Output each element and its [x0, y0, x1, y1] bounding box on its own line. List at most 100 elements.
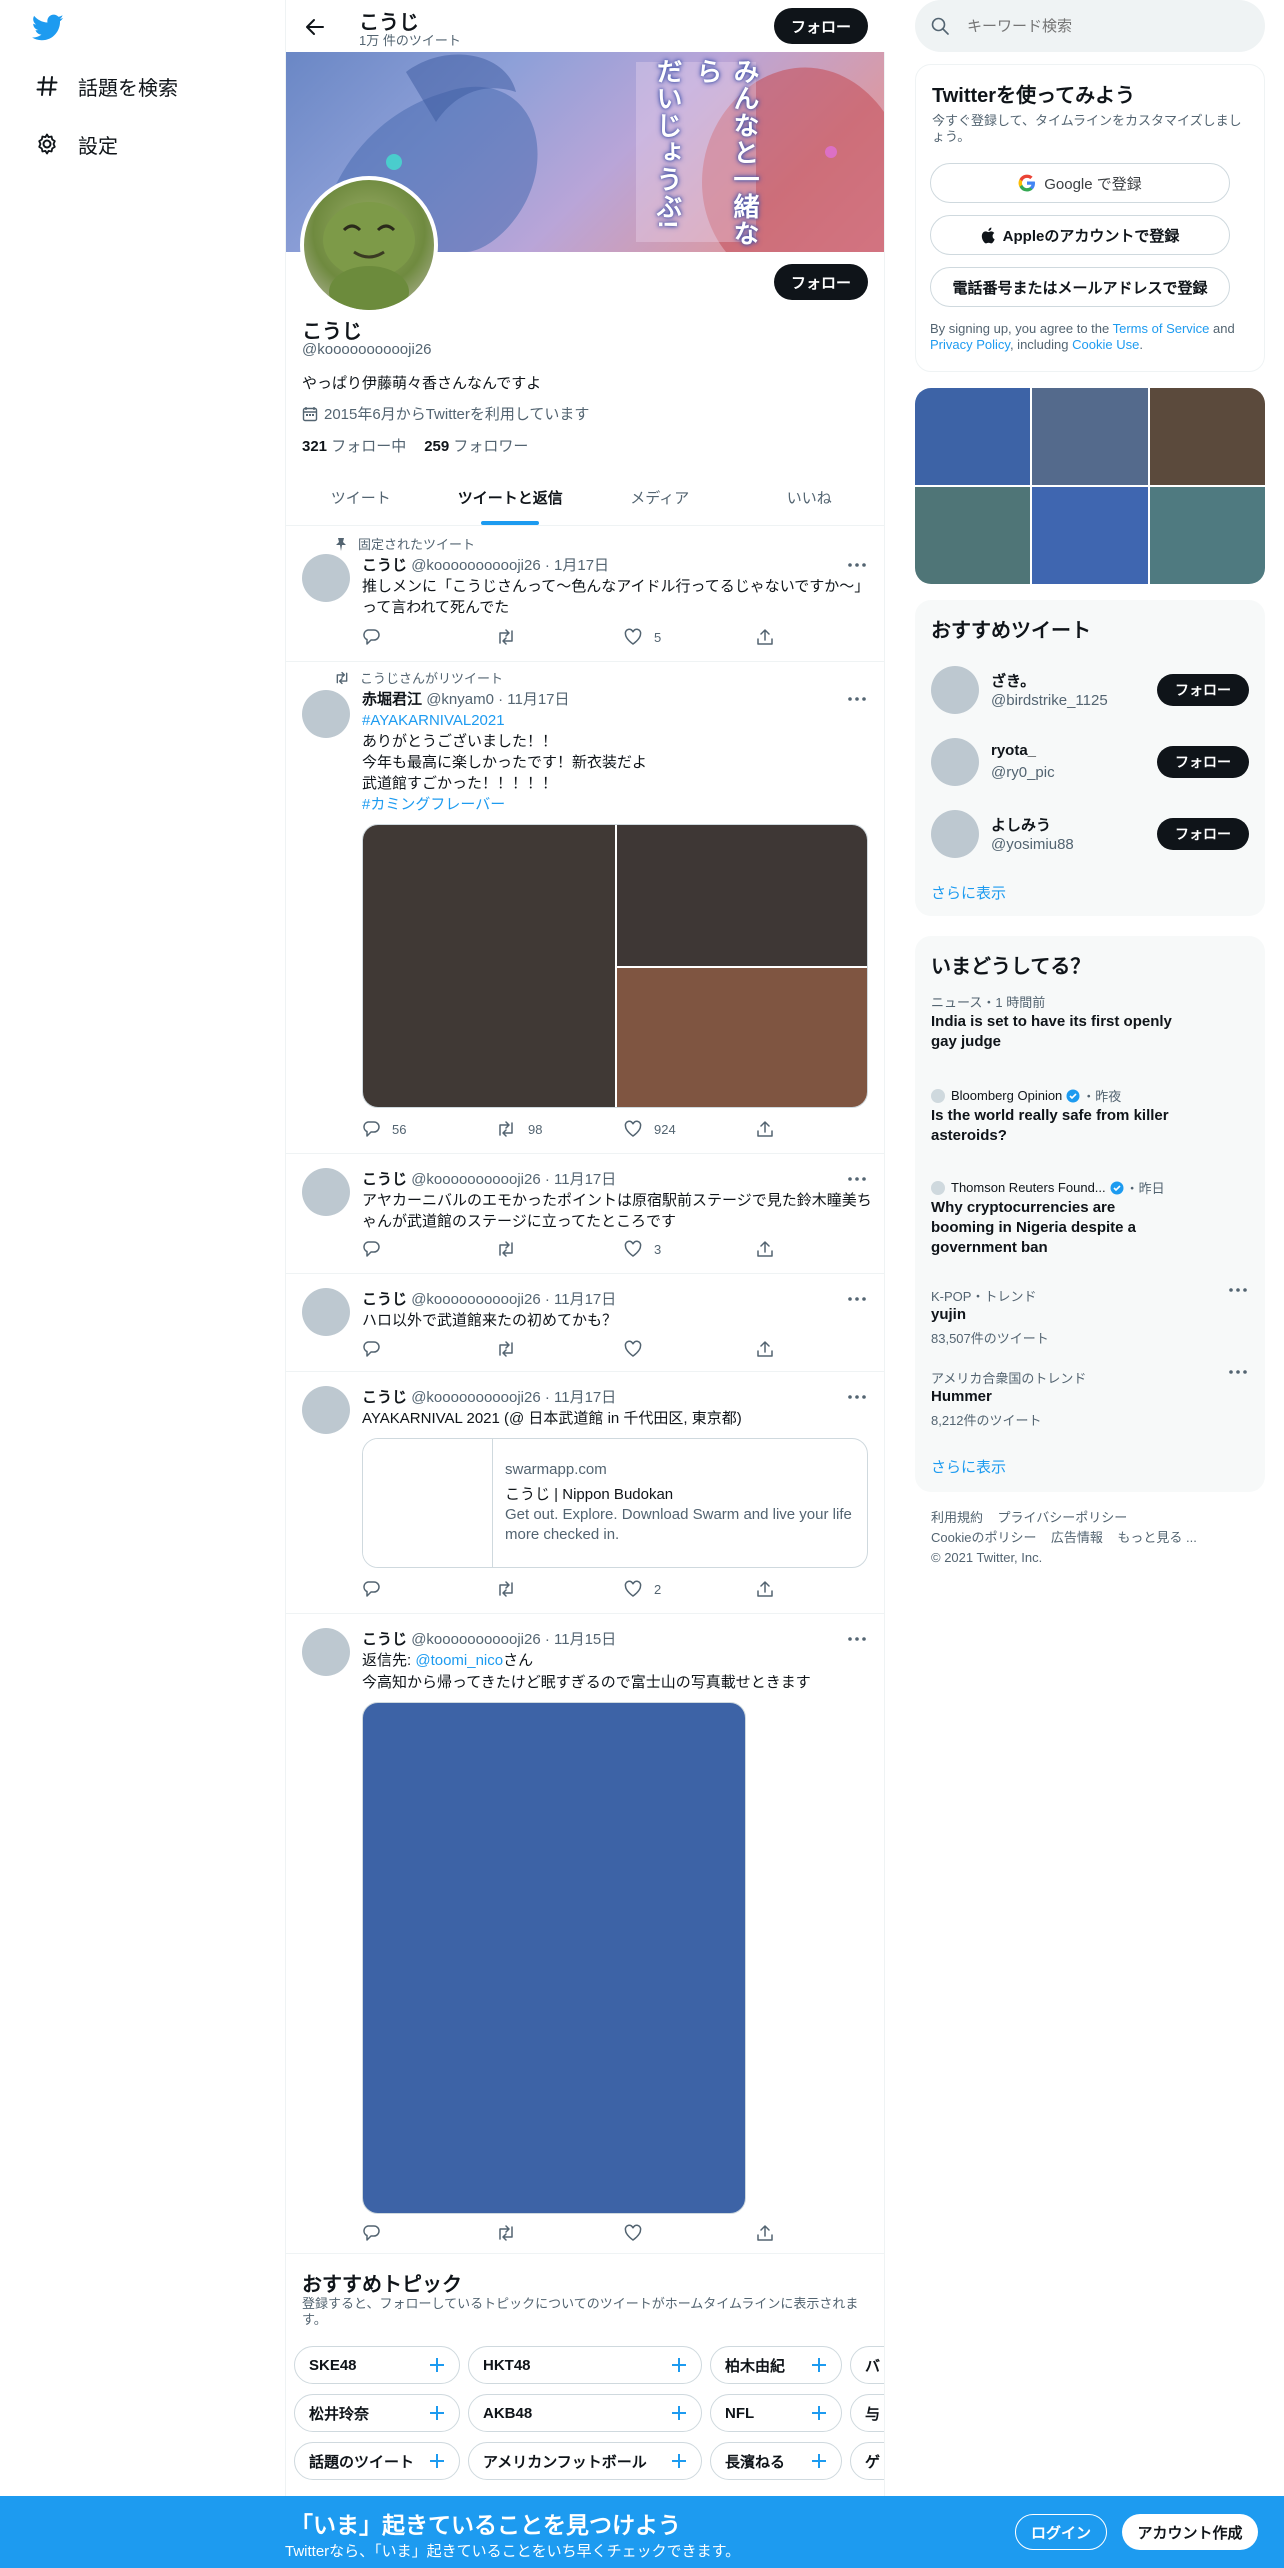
- tab-media[interactable]: メディア: [585, 470, 735, 525]
- media-thumbnail[interactable]: [1150, 487, 1265, 584]
- tab-tweets[interactable]: ツイート: [286, 470, 436, 525]
- user-suggestion[interactable]: ざき。 @birdstrike_1125 フォロー: [915, 654, 1265, 726]
- like-button[interactable]: [624, 1340, 654, 1358]
- avatar[interactable]: [302, 1288, 350, 1336]
- retweet-button[interactable]: [496, 1240, 528, 1258]
- google-signup-button[interactable]: Google で登録: [930, 163, 1230, 203]
- back-arrow-icon[interactable]: [298, 10, 332, 44]
- twitter-logo-icon[interactable]: [32, 14, 64, 44]
- phone-email-signup-button[interactable]: 電話番号またはメールアドレスで登録: [930, 267, 1230, 307]
- profile-follow-button[interactable]: フォロー: [774, 264, 868, 300]
- search-bar[interactable]: [915, 0, 1265, 52]
- followers-link[interactable]: 259 フォロワー: [424, 435, 528, 456]
- login-button[interactable]: ログイン: [1015, 2514, 1107, 2550]
- tweet-author-handle[interactable]: @knyam0: [426, 691, 494, 708]
- apple-signup-button[interactable]: Appleのアカウントで登録: [930, 215, 1230, 255]
- avatar[interactable]: [302, 1386, 350, 1434]
- reply-button[interactable]: [362, 1580, 392, 1598]
- topic-chip[interactable]: ゲ: [850, 2442, 884, 2480]
- tweet-photo[interactable]: [362, 1702, 746, 2214]
- topic-chip[interactable]: 松井玲奈: [294, 2394, 460, 2432]
- topic-chip[interactable]: HKT48: [468, 2346, 702, 2384]
- topic-chip[interactable]: NFL: [710, 2394, 842, 2432]
- tweet[interactable]: こうじ @kooooooooooji26 · 11月17日 ハロ以外で武道館来た…: [286, 1274, 884, 1372]
- footer-more-link[interactable]: もっと見る ...: [1117, 1530, 1196, 1545]
- reply-button[interactable]: 56: [362, 1120, 406, 1138]
- reply-button[interactable]: [362, 2224, 392, 2242]
- reply-button[interactable]: [362, 1240, 392, 1258]
- cookie-link[interactable]: Cookie Use: [1072, 337, 1139, 352]
- tweet-date[interactable]: · 11月17日: [545, 1389, 616, 1406]
- reply-to-link[interactable]: @toomi_nico: [415, 1652, 503, 1669]
- footer-terms-link[interactable]: 利用規約: [931, 1510, 983, 1525]
- tweet-date[interactable]: · 1月17日: [545, 557, 609, 574]
- signup-button[interactable]: アカウント作成: [1122, 2514, 1258, 2550]
- tweet-author-handle[interactable]: @kooooooooooji26: [411, 1291, 541, 1308]
- retweet-button[interactable]: [496, 1340, 528, 1358]
- media-thumbnail[interactable]: [1032, 388, 1148, 485]
- footer-cookie-link[interactable]: Cookieのポリシー: [931, 1530, 1036, 1545]
- topic-chip[interactable]: SKE48: [294, 2346, 460, 2384]
- link-card[interactable]: swarmapp.com こうじ | Nippon Budokan Get ou…: [362, 1438, 868, 1568]
- tweet-author-name[interactable]: こうじ: [362, 1171, 407, 1188]
- retweet-button[interactable]: [496, 2224, 528, 2242]
- share-button[interactable]: [756, 1120, 786, 1138]
- avatar[interactable]: [302, 690, 350, 738]
- topic-chip[interactable]: 与: [850, 2394, 884, 2432]
- tweet-date[interactable]: · 11月17日: [545, 1171, 616, 1188]
- follow-button[interactable]: フォロー: [1157, 818, 1249, 850]
- following-link[interactable]: 321 フォロー中: [302, 435, 406, 456]
- more-options-icon[interactable]: [846, 1170, 868, 1188]
- tab-likes[interactable]: いいね: [735, 470, 885, 525]
- tweet-photo[interactable]: [617, 825, 867, 966]
- share-button[interactable]: [756, 2224, 786, 2242]
- user-suggestion[interactable]: ryota_ @ry0_pic フォロー: [915, 726, 1265, 798]
- like-button[interactable]: 3: [624, 1240, 661, 1258]
- tweet-author-name[interactable]: こうじ: [362, 557, 407, 574]
- avatar[interactable]: [302, 1628, 350, 1676]
- tweet-author-handle[interactable]: @kooooooooooji26: [411, 1389, 541, 1406]
- profile-avatar[interactable]: [300, 176, 438, 314]
- tweet-retweeted[interactable]: こうじさんがリツイート 赤堀君江 @knyam0 · 11月17日 #AYAKA…: [286, 662, 884, 1154]
- avatar[interactable]: [302, 1168, 350, 1216]
- tweet-photo[interactable]: [363, 825, 615, 1107]
- tweet-author-name[interactable]: こうじ: [362, 1631, 407, 1648]
- share-button[interactable]: [756, 1580, 786, 1598]
- trend-item[interactable]: K-POP・トレンド yujin 83,507件のツイート: [915, 1286, 1265, 1356]
- more-options-icon[interactable]: [846, 690, 868, 708]
- more-options-icon[interactable]: [846, 556, 868, 574]
- media-thumbnail[interactable]: [1032, 487, 1148, 584]
- share-button[interactable]: [756, 628, 786, 646]
- tweet-author-handle[interactable]: @kooooooooooji26: [411, 1171, 541, 1188]
- search-input[interactable]: [967, 17, 1227, 35]
- more-options-icon[interactable]: [1229, 1288, 1247, 1292]
- trend-item[interactable]: Bloomberg Opinion ・昨夜 Is the world reall…: [915, 1086, 1265, 1172]
- tweet-date[interactable]: · 11月15日: [545, 1631, 616, 1648]
- retweet-button[interactable]: 98: [496, 1120, 542, 1138]
- hashtag-link[interactable]: #カミングフレーバー: [362, 794, 872, 815]
- avatar[interactable]: [931, 810, 979, 858]
- avatar[interactable]: [302, 554, 350, 602]
- nav-explore[interactable]: 話題を検索: [30, 66, 178, 106]
- nav-settings[interactable]: 設定: [30, 124, 118, 164]
- user-suggestion[interactable]: よしみう @yosimiu88 フォロー: [915, 798, 1265, 870]
- show-more-link[interactable]: さらに表示: [931, 882, 1006, 903]
- more-options-icon[interactable]: [846, 1630, 868, 1648]
- footer-privacy-link[interactable]: プライバシーポリシー: [997, 1510, 1127, 1525]
- retweet-button[interactable]: [496, 628, 528, 646]
- avatar[interactable]: [931, 738, 979, 786]
- tweet-date[interactable]: · 11月17日: [498, 691, 569, 708]
- more-options-icon[interactable]: [846, 1388, 868, 1406]
- like-button[interactable]: 924: [624, 1120, 676, 1138]
- more-options-icon[interactable]: [846, 1290, 868, 1308]
- reply-button[interactable]: [362, 1340, 392, 1358]
- topic-chip[interactable]: バ: [850, 2346, 884, 2384]
- share-button[interactable]: [756, 1340, 786, 1358]
- privacy-link[interactable]: Privacy Policy: [930, 337, 1010, 352]
- topic-chip[interactable]: AKB48: [468, 2394, 702, 2432]
- tweet-reply[interactable]: こうじ @kooooooooooji26 · 11月15日 返信先: @toom…: [286, 1614, 884, 2254]
- tweet-author-handle[interactable]: @kooooooooooji26: [411, 1631, 541, 1648]
- more-options-icon[interactable]: [1229, 1370, 1247, 1374]
- trend-item[interactable]: アメリカ合衆国のトレンド Hummer 8,212件のツイート: [915, 1368, 1265, 1438]
- tweet-photo[interactable]: [617, 968, 867, 1107]
